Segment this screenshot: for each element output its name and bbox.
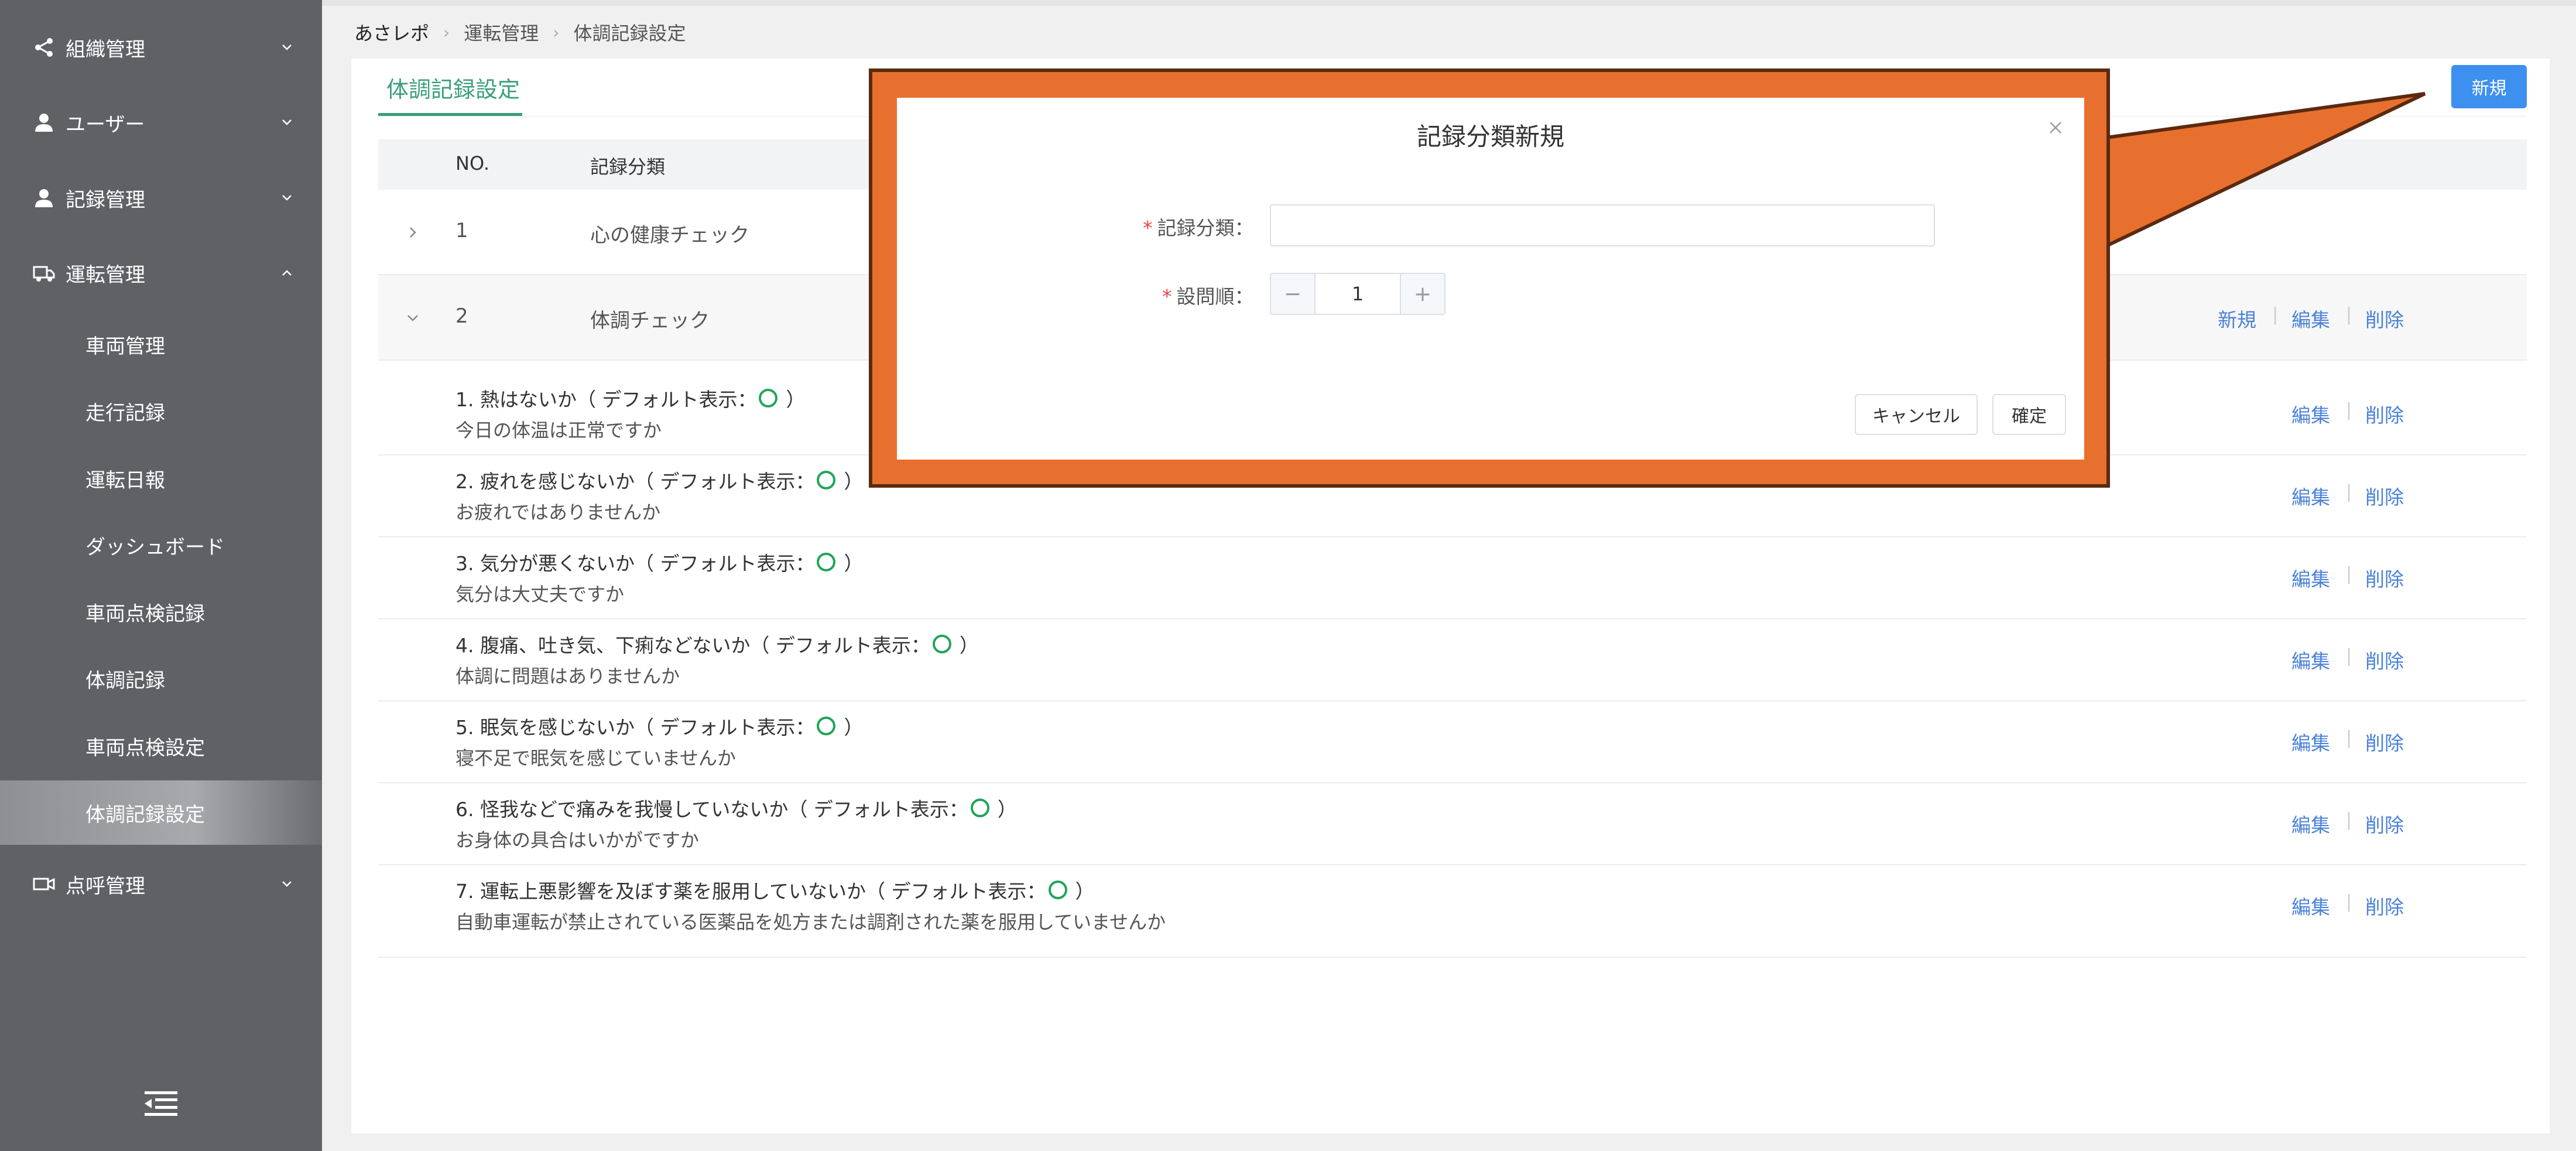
close-icon[interactable] (2046, 118, 2065, 137)
stepper-value[interactable]: 1 (1314, 274, 1401, 314)
category-field-label: * 記録分類： (1143, 213, 1254, 241)
order-stepper: − 1 + (1270, 273, 1445, 315)
category-input[interactable] (1270, 204, 1935, 246)
required-mark: * (1162, 285, 1172, 308)
order-field-label: * 設問順： (1162, 281, 1254, 309)
confirm-button[interactable]: 確定 (1992, 394, 2066, 435)
dialog-title: 記録分類新規 (1416, 122, 1564, 151)
stepper-increment-button[interactable]: + (1401, 274, 1444, 314)
order-field-label-text: 設問順： (1176, 285, 1254, 308)
new-category-dialog: 記録分類新規 * 記録分類： * 設問順： − 1 + キャンセル 確定 (897, 98, 2084, 460)
required-mark: * (1143, 217, 1153, 239)
stepper-decrement-button[interactable]: − (1271, 274, 1314, 314)
cancel-button[interactable]: キャンセル (1855, 394, 1978, 435)
category-field-label-text: 記録分類： (1157, 217, 1254, 239)
